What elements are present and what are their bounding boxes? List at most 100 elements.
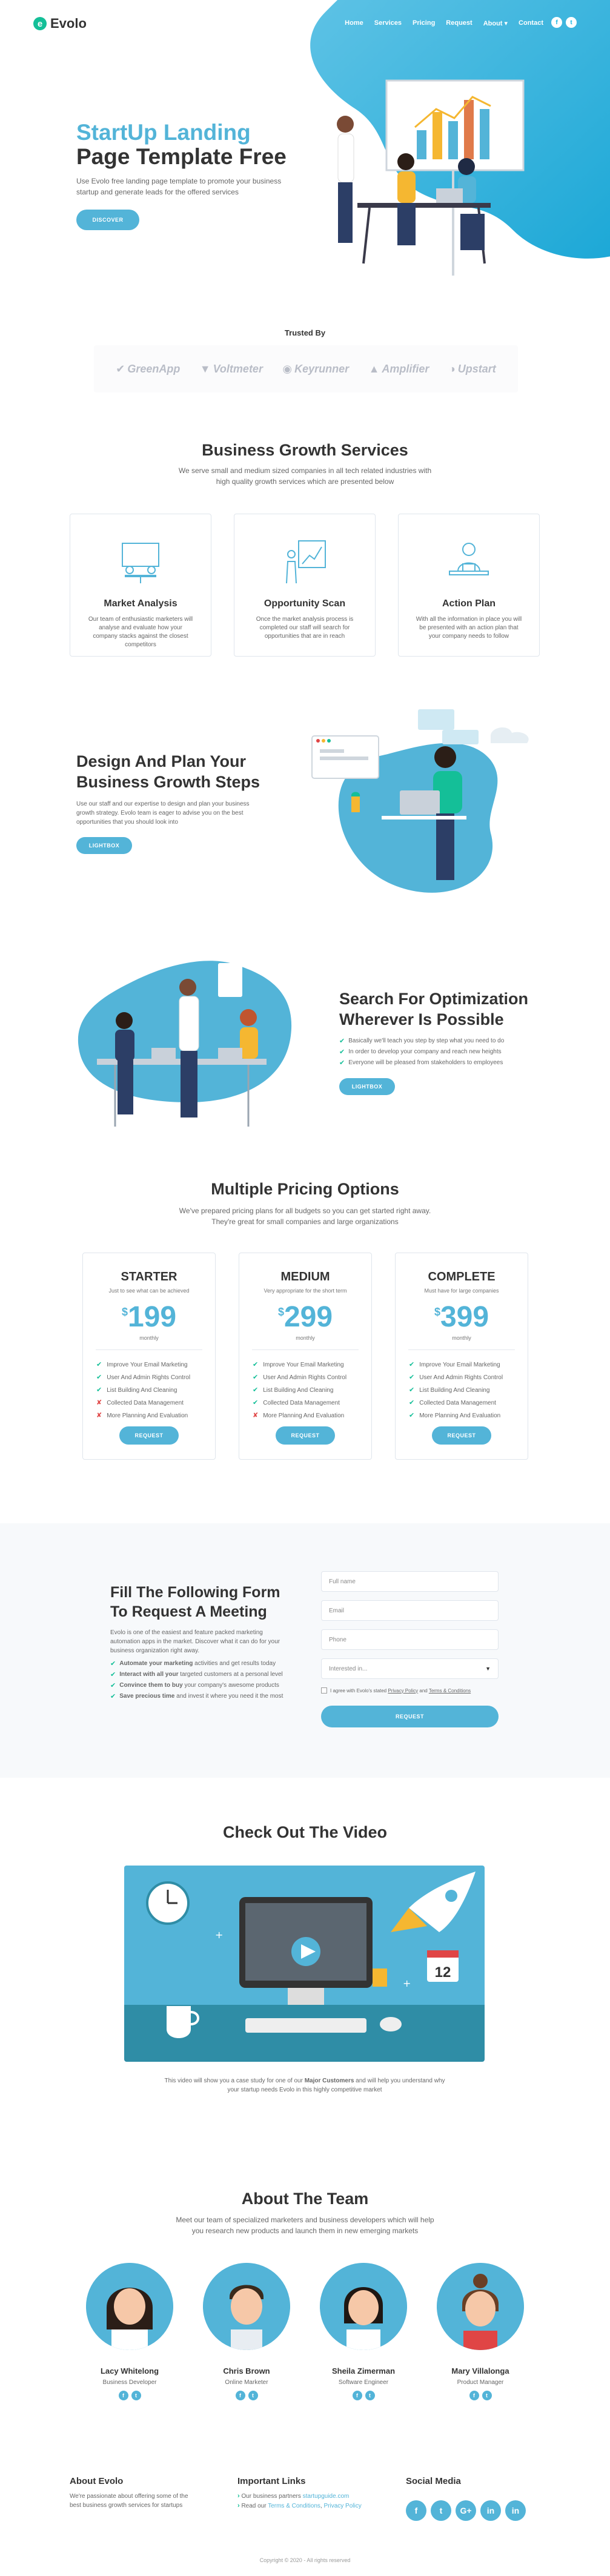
plan-features: ✔ Improve Your Email Marketing ✔ User And … xyxy=(96,1359,215,1422)
facebook-icon[interactable]: f xyxy=(469,2391,479,2400)
facebook-icon[interactable]: f xyxy=(406,2500,426,2521)
twitter-icon[interactable]: t xyxy=(431,2500,451,2521)
price-card-starter: STARTER Just to see what can be achieved… xyxy=(82,1253,216,1460)
nav-link-pricing[interactable]: Pricing xyxy=(413,19,435,27)
benefit-bold: Save precious time xyxy=(119,1693,175,1700)
twitter-icon[interactable]: t xyxy=(365,2391,375,2400)
plan-period: monthly xyxy=(296,1335,315,1341)
facebook-icon[interactable]: f xyxy=(352,2391,362,2400)
amplifier-label: Amplifier xyxy=(382,362,429,375)
person-desk-icon xyxy=(449,543,489,575)
team-member-role: Online Marketer xyxy=(225,2379,268,2386)
plan-currency: $ xyxy=(434,1306,440,1318)
divider xyxy=(96,1349,202,1350)
team-subtitle-line2: you research new products and launch the… xyxy=(191,2227,419,2235)
feature-item: ✘ Collected Data Management xyxy=(96,1397,215,1409)
feature-text: List Building And Cleaning xyxy=(263,1387,334,1394)
twitter-icon[interactable]: t xyxy=(248,2391,258,2400)
nav-link-about-dropdown[interactable]: About ▾ xyxy=(483,19,508,27)
trusted-logos-bar: ✔ GreenApp ▼ Voltmeter ◉ Keyrunner ▲ Amplifi… xyxy=(94,345,518,392)
privacy-policy-link[interactable]: Privacy Policy xyxy=(388,1688,418,1694)
nav-link-home[interactable]: Home xyxy=(345,19,363,27)
nav-link-request[interactable]: Request xyxy=(446,19,472,27)
upstart-icon: ◑ xyxy=(448,362,456,375)
request-benefits-list: ✔ Automate your marketing activities and … xyxy=(110,1658,283,1702)
plan-title: MEDIUM xyxy=(280,1270,330,1283)
terms-link[interactable]: Terms & Conditions xyxy=(268,2503,320,2509)
partners-link[interactable]: startupguide.com xyxy=(303,2493,350,2500)
feature-text: Collected Data Management xyxy=(107,1400,184,1406)
terms-and: and xyxy=(418,1687,429,1694)
linkedin-icon[interactable]: in xyxy=(505,2500,526,2521)
feature-item: ✔ Collected Data Management xyxy=(253,1397,371,1409)
video-thumbnail-illustration: 12 + + xyxy=(124,1866,485,2062)
logo[interactable]: e Evolo xyxy=(33,16,87,31)
bullet-icon: › xyxy=(237,2502,240,2509)
plan-currency: $ xyxy=(121,1306,128,1318)
service-card-opportunity-scan: Opportunity Scan Once the market analysi… xyxy=(234,514,376,657)
request-button-starter[interactable]: REQUEST xyxy=(119,1426,179,1445)
plan-amount: 299 xyxy=(283,1301,333,1333)
twitter-icon[interactable]: t xyxy=(566,17,577,28)
twitter-icon[interactable]: t xyxy=(482,2391,492,2400)
discover-button[interactable]: DISCOVER xyxy=(76,210,139,230)
list-item: ✔ Basically we'll teach you step by step … xyxy=(339,1036,504,1047)
email-input[interactable]: Email xyxy=(321,1600,499,1621)
footer-social-icons: f t G+ in in xyxy=(406,2500,526,2521)
list-item-text: Everyone will be pleased from stakeholde… xyxy=(348,1059,503,1066)
facebook-icon[interactable]: f xyxy=(118,2391,128,2400)
check-icon: ✔ xyxy=(409,1412,415,1419)
chevron-down-icon: ▼ xyxy=(485,1666,491,1672)
phone-input[interactable]: Phone xyxy=(321,1629,499,1650)
hero-office-illustration xyxy=(337,79,525,276)
team-member-role: Business Developer xyxy=(102,2379,157,2386)
copyright: Copyright © 2020 - All rights reserved xyxy=(259,2557,351,2563)
facebook-icon[interactable]: f xyxy=(235,2391,245,2400)
greenapp-label: GreenApp xyxy=(127,362,181,375)
terms-checkbox[interactable] xyxy=(321,1687,327,1694)
video-player[interactable]: 12 + + xyxy=(124,1866,485,2062)
instagram-icon[interactable]: in xyxy=(480,2500,501,2521)
team-member-social: ft xyxy=(320,2391,407,2400)
team-member-social: ft xyxy=(86,2391,173,2400)
feature-item: ✘ More Planning And Evaluation xyxy=(96,1409,215,1422)
services-title: Business Growth Services xyxy=(202,441,408,459)
amplifier-icon: ▲ xyxy=(368,362,380,375)
feature-item: ✘ More Planning And Evaluation xyxy=(253,1409,371,1422)
feature-item: ✔ User And Admin Rights Control xyxy=(253,1371,371,1384)
request-button-medium[interactable]: REQUEST xyxy=(276,1426,335,1445)
service-card-action-plan: Action Plan With all the information in … xyxy=(398,514,540,657)
divider xyxy=(408,1349,515,1350)
optimize-lightbox-button[interactable]: LIGHTBOX xyxy=(339,1078,395,1095)
twitter-icon[interactable]: t xyxy=(131,2391,141,2400)
facebook-icon[interactable]: f xyxy=(551,17,562,28)
hero-title-line2: Page Template Free xyxy=(76,144,287,169)
feature-text: User And Admin Rights Control xyxy=(419,1374,503,1381)
video-title: Check Out The Video xyxy=(222,1823,388,1841)
list-item: ✔ In order to develop your company and re… xyxy=(339,1047,504,1058)
upstart-label: Upstart xyxy=(457,362,496,375)
price-card-medium: MEDIUM Very appropriate for the short te… xyxy=(239,1253,372,1460)
request-section-background xyxy=(0,1523,610,1778)
nav-link-services[interactable]: Services xyxy=(374,19,402,27)
request-button-complete[interactable]: REQUEST xyxy=(432,1426,491,1445)
service-title: Market Analysis xyxy=(104,598,177,609)
google-plus-icon[interactable]: G+ xyxy=(456,2500,476,2521)
team-member: Lacy Whitelong Business Developer ft xyxy=(86,2263,173,2400)
full-name-input[interactable]: Full name xyxy=(321,1571,499,1592)
trusted-title: Trusted By xyxy=(284,328,326,337)
privacy-link[interactable]: Privacy Policy xyxy=(323,2503,361,2509)
team-member-name: Sheila Zimerman xyxy=(331,2366,396,2376)
service-title: Action Plan xyxy=(442,598,496,609)
request-submit-button[interactable]: REQUEST xyxy=(321,1706,499,1727)
pricing-subtitle-line2: They're great for small companies and la… xyxy=(211,1217,399,1226)
nav-link-contact[interactable]: Contact xyxy=(519,19,543,27)
pricing-subtitle-line1: We've prepared pricing plans for all bud… xyxy=(179,1207,431,1215)
benefit-text: your company's awesome products xyxy=(182,1682,279,1689)
check-icon: ✔ xyxy=(253,1361,259,1368)
design-lightbox-button[interactable]: LIGHTBOX xyxy=(76,837,132,854)
terms-conditions-link[interactable]: Terms & Conditions xyxy=(429,1688,471,1694)
plan-amount: 399 xyxy=(440,1301,489,1333)
interested-select[interactable]: Interested in... ▼ xyxy=(321,1658,499,1679)
interested-select-value: Interested in... xyxy=(329,1665,368,1672)
